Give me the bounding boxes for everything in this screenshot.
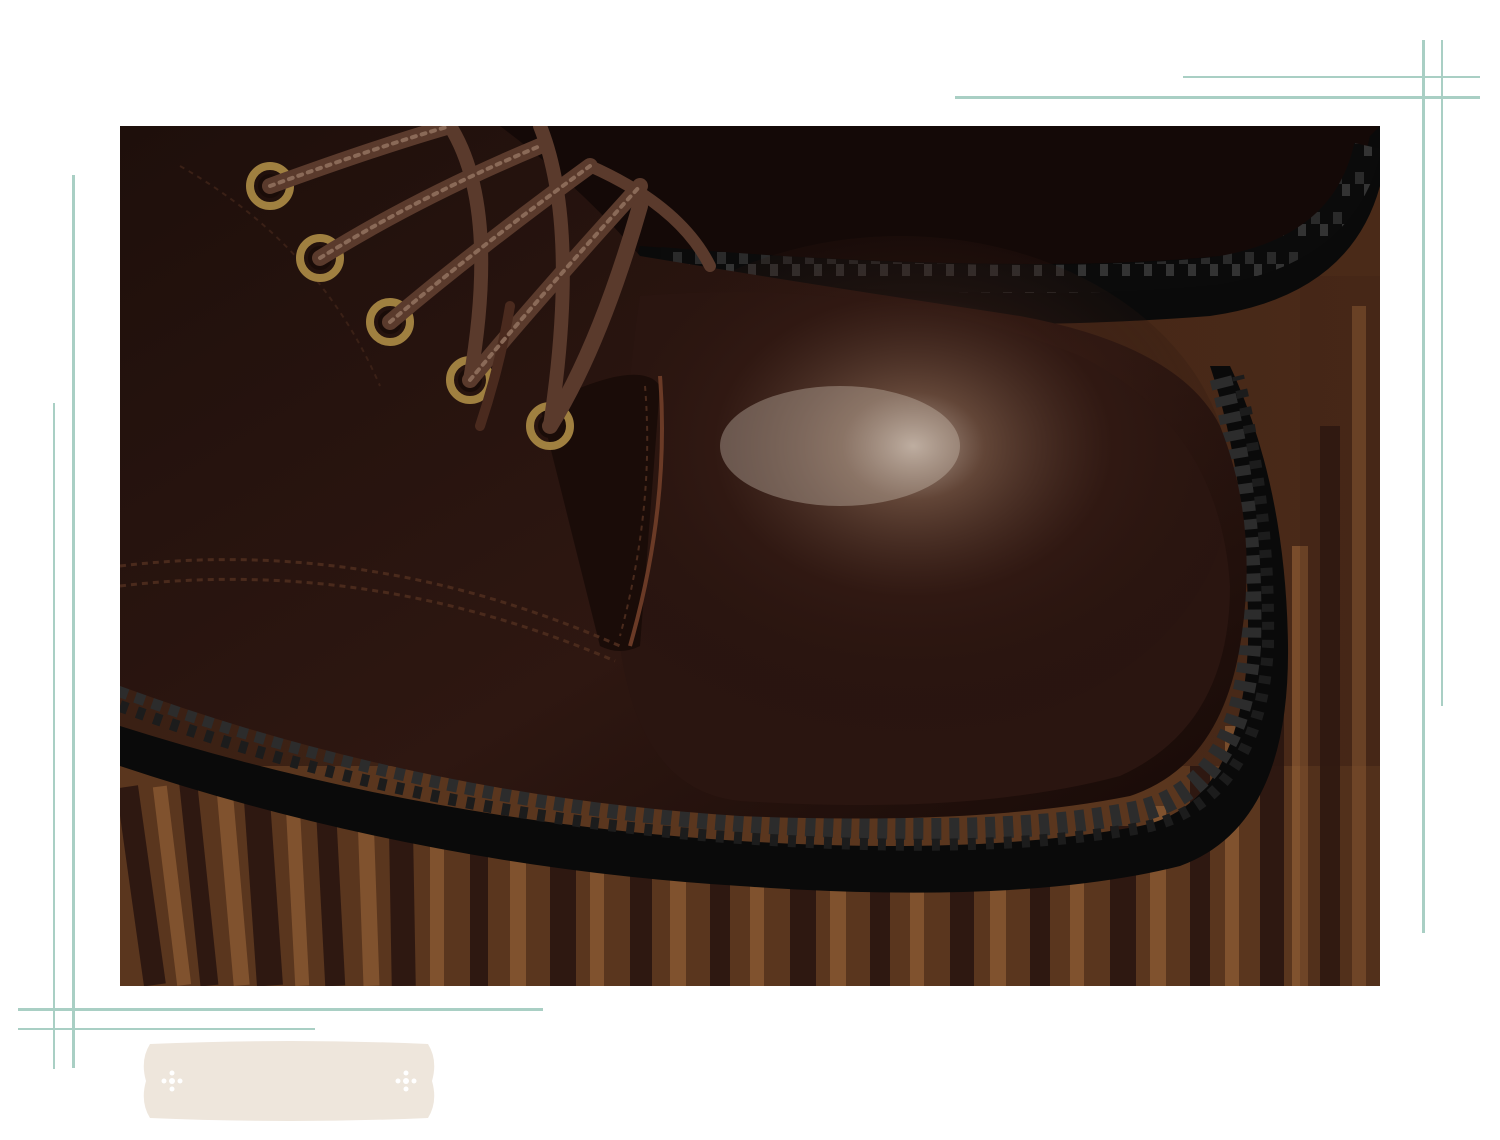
frame-line-bottom-left-long — [18, 1008, 543, 1011]
frame-line-top-right-long — [955, 96, 1480, 99]
frame-line-bottom-left-short — [18, 1028, 315, 1030]
frame-line-left-vertical-inner — [53, 403, 55, 1069]
frame-line-right-vertical-outer — [1422, 40, 1425, 933]
decorative-banner — [142, 1040, 436, 1122]
frame-line-right-vertical-inner — [1441, 40, 1443, 706]
product-photo — [120, 126, 1380, 986]
frame-line-top-right-short — [1183, 76, 1480, 78]
frame-line-left-vertical-outer — [72, 175, 75, 1068]
